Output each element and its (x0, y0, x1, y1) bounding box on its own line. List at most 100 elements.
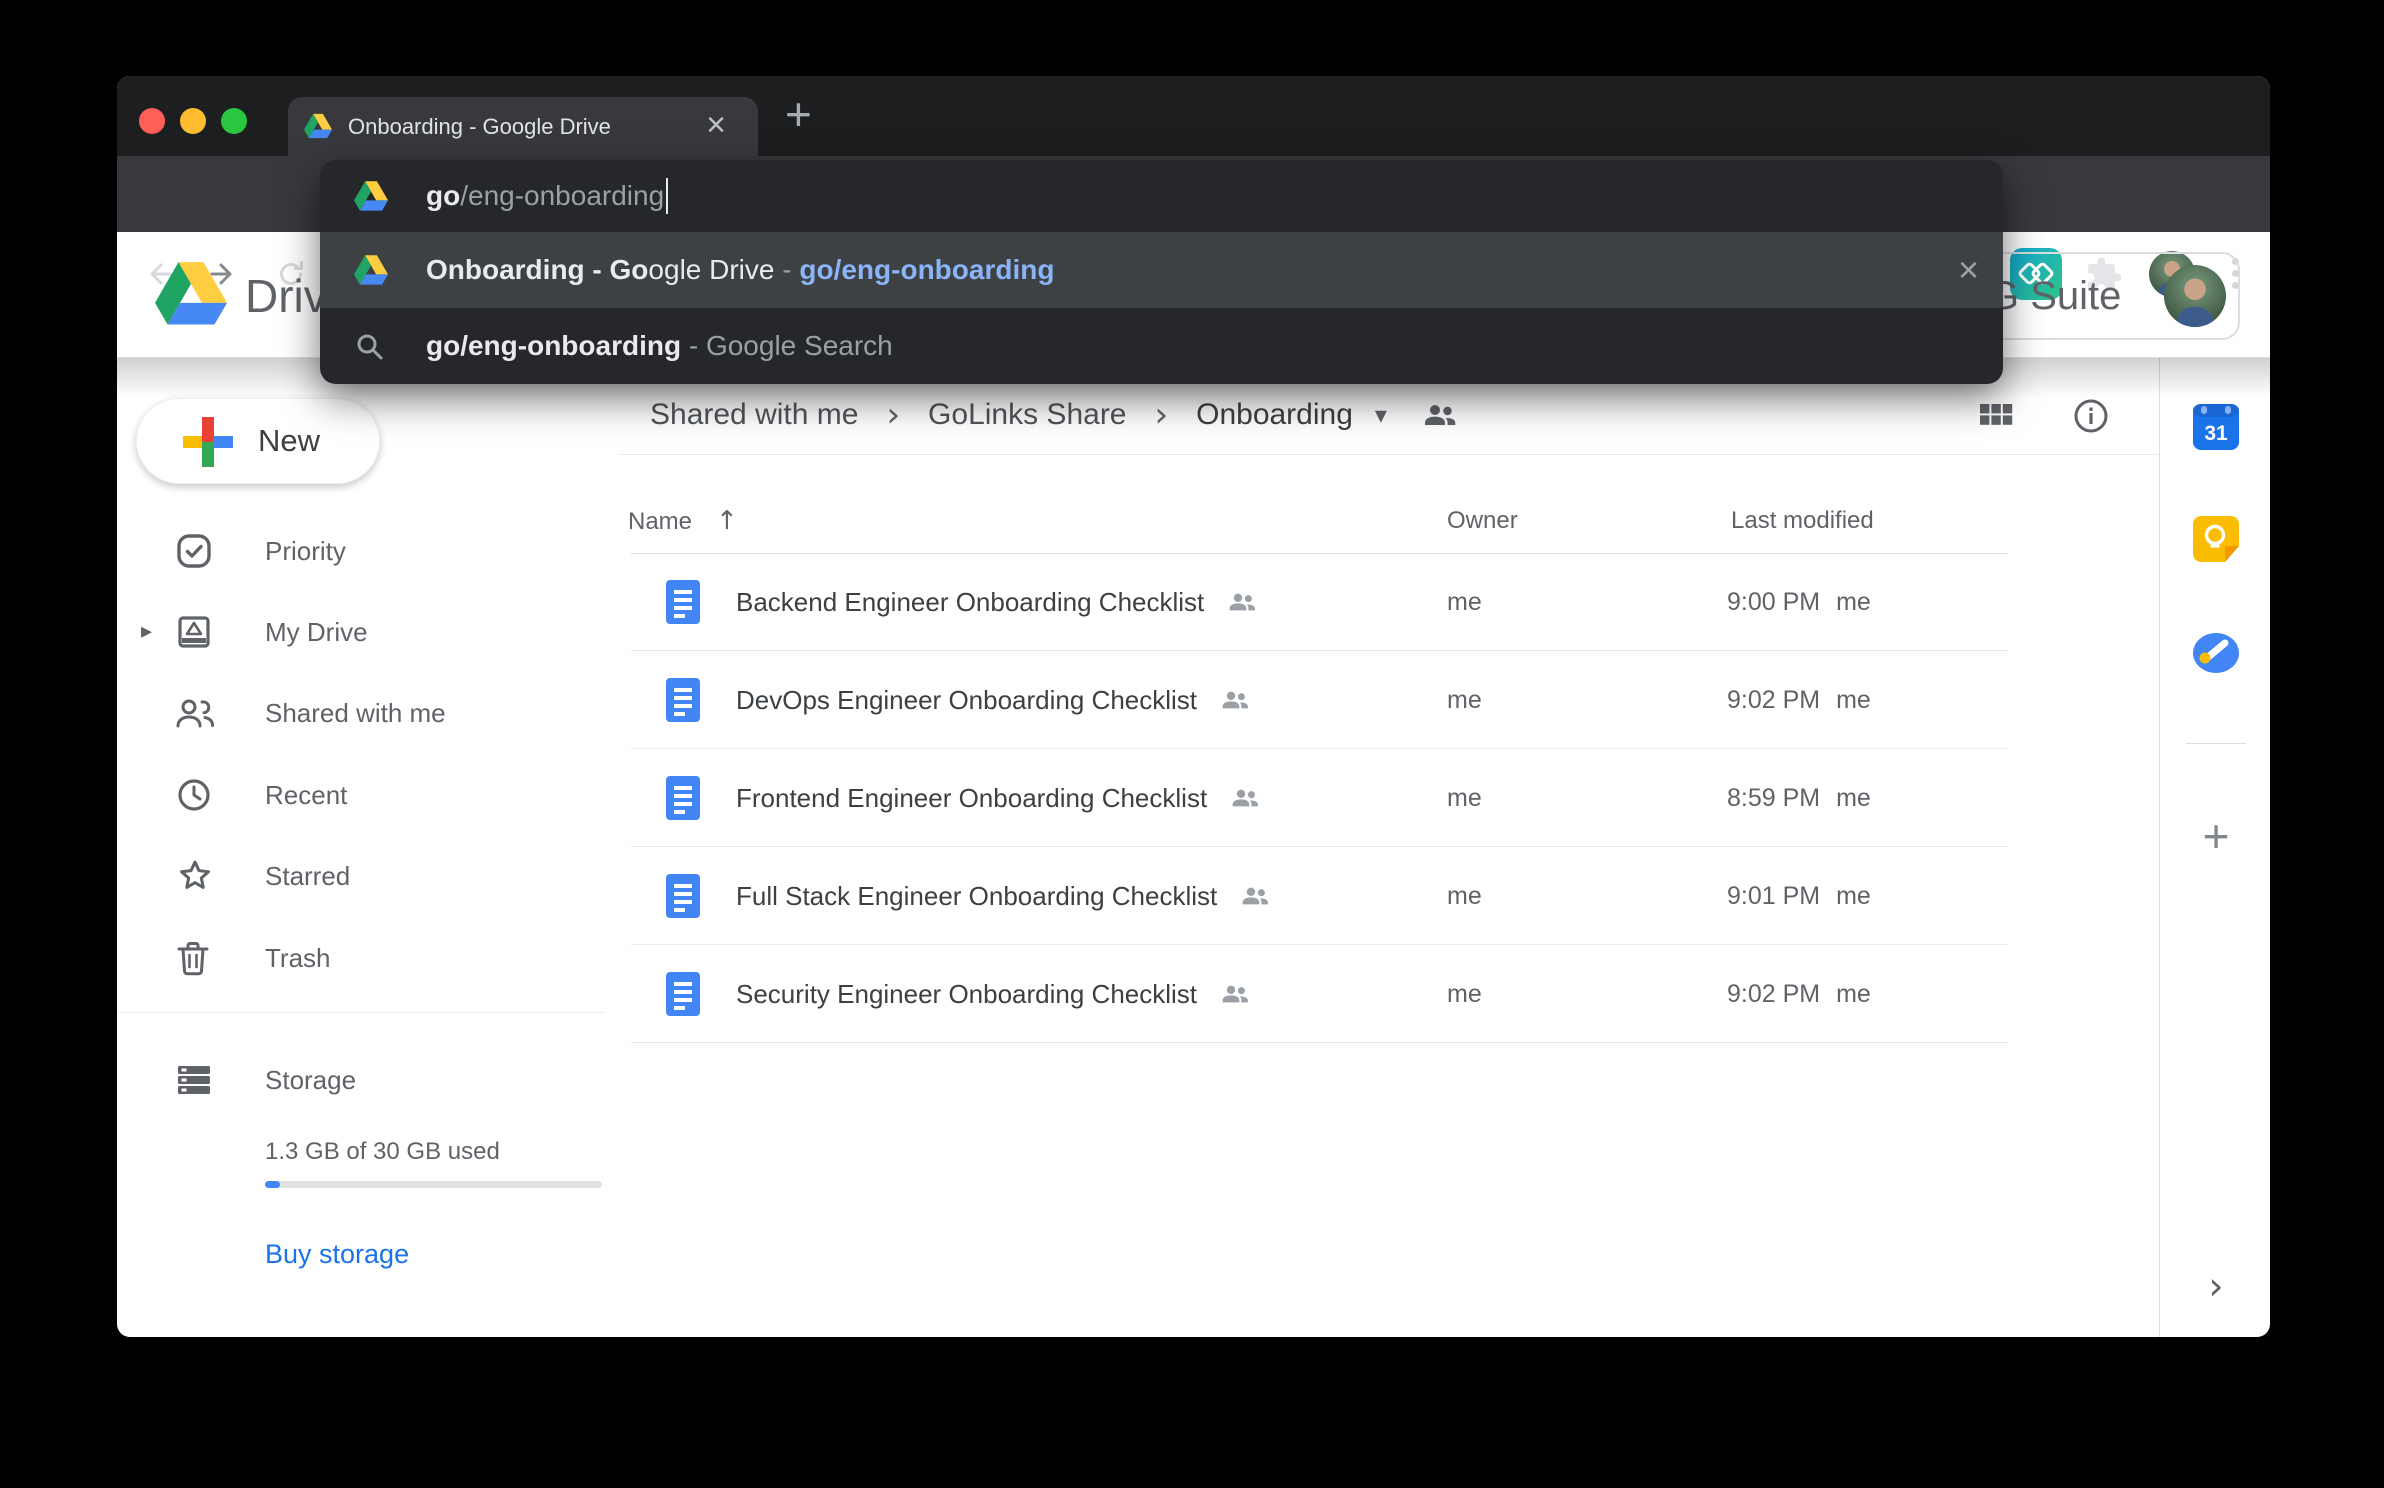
omnibox[interactable]: go/eng-onboarding (320, 160, 2003, 232)
browser-window: Onboarding - Google Drive × + (117, 76, 2270, 1337)
omnibox-typed-text: go (426, 180, 460, 212)
file-row[interactable]: Backend Engineer Onboarding Checklist me… (631, 553, 2008, 651)
rail-divider (2186, 743, 2246, 744)
breadcrumb-separator-icon: › (886, 395, 900, 435)
storage-progress-fill (265, 1181, 280, 1188)
clock-icon (175, 776, 213, 814)
collapse-panel-chevron-icon[interactable]: › (2193, 1256, 2239, 1316)
shared-people-icon (175, 696, 215, 730)
sidebar-label: Priority (265, 520, 346, 582)
suggestion-google-search[interactable]: go/eng-onboarding - Google Search (320, 308, 2003, 384)
breadcrumb-onboarding[interactable]: Onboarding (1196, 398, 1353, 432)
file-name-cell: Full Stack Engineer Onboarding Checklist (666, 847, 1271, 945)
add-panel-app-icon[interactable]: + (2193, 809, 2239, 863)
sidebar-item-trash[interactable]: Trash (117, 927, 604, 989)
sidebar-item-recent[interactable]: Recent (117, 764, 604, 826)
drive-logo-icon (155, 262, 227, 325)
file-name: Backend Engineer Onboarding Checklist (736, 587, 1204, 618)
file-modified-cell: 9:00 PM me (1727, 553, 1871, 651)
file-owner: me (1447, 847, 1482, 945)
shared-indicator-icon (1228, 592, 1258, 612)
suggestion-text: go/eng-onboarding - Google Search (426, 308, 893, 384)
drive-favicon-icon (304, 113, 332, 139)
traffic-light-close[interactable] (139, 108, 165, 134)
file-row[interactable]: Frontend Engineer Onboarding Checklist m… (631, 749, 2008, 847)
file-modified-time: 9:01 PM (1727, 882, 1820, 911)
google-doc-icon (666, 972, 700, 1016)
breadcrumb-shared-with-me[interactable]: Shared with me (650, 398, 858, 432)
storage-icon (175, 1063, 213, 1097)
sidebar-label: Starred (265, 845, 350, 907)
buy-storage-link[interactable]: Buy storage (265, 1224, 409, 1284)
column-header-last-modified[interactable]: Last modified (1731, 488, 1874, 554)
remove-suggestion-icon[interactable]: × (1958, 232, 1979, 308)
omnibox-input[interactable]: go/eng-onboarding (426, 160, 668, 232)
svg-text:31: 31 (2204, 422, 2228, 445)
google-doc-icon (666, 776, 700, 820)
sidebar-item-my-drive[interactable]: ▸ My Drive (117, 601, 604, 663)
file-row[interactable]: DevOps Engineer Onboarding Checklist me … (631, 651, 2008, 749)
sidebar-label: Shared with me (265, 682, 446, 744)
file-modified-by: me (1836, 980, 1871, 1009)
file-name: Security Engineer Onboarding Checklist (736, 979, 1197, 1010)
column-header-owner[interactable]: Owner (1447, 488, 1518, 554)
my-drive-icon (175, 613, 213, 651)
suggestion-drive-onboarding[interactable]: Onboarding - Google Drive - go/eng-onboa… (320, 232, 2003, 308)
sidebar-item-starred[interactable]: Starred (117, 845, 604, 907)
traffic-light-minimize[interactable] (180, 108, 206, 134)
shared-indicator-icon (1231, 788, 1261, 808)
google-doc-icon (666, 874, 700, 918)
browser-tab[interactable]: Onboarding - Google Drive × (288, 97, 758, 156)
file-row[interactable]: Full Stack Engineer Onboarding Checklist… (631, 847, 2008, 945)
shared-indicator-icon (1221, 984, 1251, 1004)
file-row[interactable]: Security Engineer Onboarding Checklist m… (631, 945, 2008, 1043)
omnibox-completion-text: /eng-onboarding (460, 180, 664, 212)
gsuite-label: G Suite (1988, 254, 2121, 338)
account-avatar[interactable] (2164, 265, 2226, 327)
column-header-name[interactable]: Name↑ (628, 488, 738, 554)
sidebar-item-storage[interactable]: Storage (117, 1049, 604, 1111)
file-modified-cell: 9:02 PM me (1727, 651, 1871, 749)
google-keep-icon[interactable] (2193, 516, 2239, 562)
file-modified-by: me (1836, 784, 1871, 813)
grid-view-icon[interactable] (1974, 394, 2018, 438)
suggestion-separator: - (681, 330, 706, 362)
file-owner: me (1447, 945, 1482, 1043)
drive-favicon-icon (354, 255, 388, 285)
text-cursor (666, 178, 668, 214)
traffic-light-zoom[interactable] (221, 108, 247, 134)
storage-usage-text: 1.3 GB of 30 GB used (265, 1122, 500, 1182)
new-button[interactable]: New (136, 398, 380, 484)
sidebar-label: Trash (265, 927, 331, 989)
suggestion-title-rest: ogle Drive (648, 254, 774, 286)
sort-ascending-icon: ↑ (716, 506, 738, 536)
suggestion-title-match: Onboarding - Go (426, 254, 648, 286)
file-name-cell: Security Engineer Onboarding Checklist (666, 945, 1251, 1043)
sidebar-item-shared-with-me[interactable]: Shared with me (117, 682, 604, 744)
breadcrumb-separator-icon: › (1155, 395, 1169, 435)
breadcrumb: Shared with me › GoLinks Share › Onboard… (650, 380, 1459, 450)
suggestion-separator: - (774, 254, 799, 286)
priority-icon (175, 532, 213, 570)
expand-arrow-icon[interactable]: ▸ (141, 601, 152, 663)
search-icon (354, 331, 384, 361)
google-calendar-icon[interactable]: 31 (2193, 404, 2239, 450)
omnibox-dropdown: go/eng-onboarding Onboarding - Google Dr… (320, 160, 2003, 384)
file-name-cell: Frontend Engineer Onboarding Checklist (666, 749, 1261, 847)
sidebar-label: Recent (265, 764, 347, 826)
file-modified-cell: 8:59 PM me (1727, 749, 1871, 847)
file-owner: me (1447, 553, 1482, 651)
shared-indicator-icon (1241, 886, 1271, 906)
folder-dropdown-caret-icon[interactable]: ▾ (1375, 401, 1387, 429)
sidebar-label: My Drive (265, 601, 368, 663)
tab-title: Onboarding - Google Drive (348, 97, 611, 156)
sidebar-item-priority[interactable]: Priority (117, 520, 604, 582)
new-tab-button[interactable]: + (785, 76, 812, 156)
tab-close-icon[interactable]: × (696, 97, 736, 156)
info-icon[interactable] (2069, 394, 2113, 438)
google-doc-icon (666, 580, 700, 624)
google-plus-icon (183, 417, 233, 467)
shared-indicator-icon (1221, 690, 1251, 710)
breadcrumb-golinks-share[interactable]: GoLinks Share (928, 398, 1126, 432)
google-tasks-icon[interactable] (2193, 630, 2239, 676)
